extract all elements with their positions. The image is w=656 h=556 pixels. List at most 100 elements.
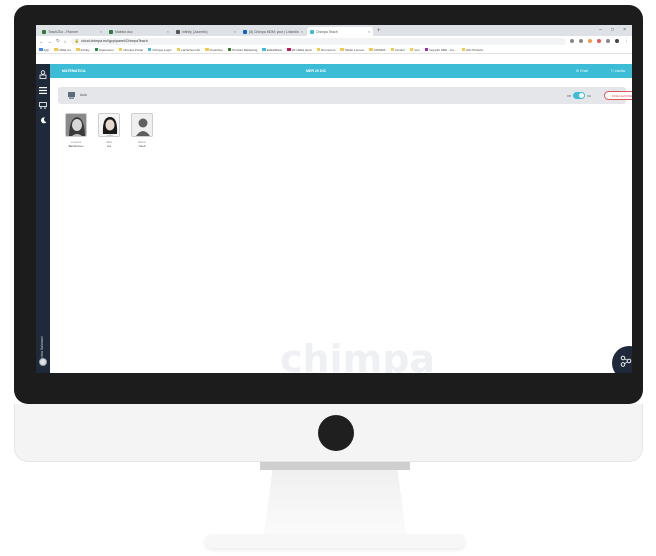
reload-icon[interactable]: ↻ [56,38,60,44]
tab-title: Teach2Do - Planner [48,29,78,34]
star-icon[interactable] [579,39,583,43]
bookmark-item[interactable]: Edtrafficker [262,48,282,52]
bookmark-item[interactable]: Classroom [94,47,114,52]
bookmark-label: Chimpa Login [152,47,172,52]
new-tab-button[interactable]: + [377,27,381,36]
bookmark-item[interactable]: 20 Utilità Iandi [287,47,312,52]
toggle-switch[interactable] [573,92,586,99]
bookmark-item[interactable]: Drummers [316,48,335,52]
stand-base [205,534,465,548]
browser-toolbar: ← → ↻ ⌂ 🔒 cloud.chimpa.eu/Igcp/panel/Chi… [36,36,632,46]
bookmark-label: Chimpa Portal [123,47,143,52]
bookmark-item[interactable]: Altri Preferiti [461,48,483,52]
back-arrow-icon[interactable]: ← [39,39,44,44]
classroom-icon[interactable] [39,101,47,109]
bookmark-item[interactable]: CHIMPA [369,47,386,52]
chimpa-watermark: chimpa [280,337,436,373]
list-icon[interactable] [39,86,47,94]
bookmark-item[interactable]: Utilita.Co [54,48,71,52]
student-photo [131,113,153,137]
extension-icon[interactable] [597,39,601,43]
tab-favicon-icon [243,29,247,34]
exit-button[interactable]: ⎋ Uscita [611,69,625,73]
chat-button[interactable]: ✉ Chat [576,69,588,73]
student-last-name: Bartolomeo [68,144,84,148]
chat-label: Chat [580,69,588,73]
maximize-button[interactable]: □ [611,25,614,36]
tab-close-icon[interactable]: × [100,30,102,34]
tab-close-icon[interactable]: × [167,30,169,34]
extension-icon[interactable] [588,39,592,43]
menu-dots-icon[interactable]: ⋮ [624,38,629,44]
classroom-icon-svg [39,101,47,109]
grid-icon [262,47,266,52]
bookmark-label: LanSchool Air [181,47,201,52]
folder-icon [369,47,373,52]
user-avatar[interactable] [39,358,47,366]
apps-icon [39,47,43,52]
forward-arrow-icon[interactable]: → [48,39,53,44]
folder-icon [118,47,123,52]
bookmark-item[interactable]: OneDrive [205,48,223,52]
placeholder-avatar-icon [132,114,152,136]
bookmark-item[interactable]: Ven [409,47,420,52]
browser-tab[interactable]: Teach2Do - Planner × [39,27,105,36]
end-lesson-button[interactable]: FINE LEZIONE [604,91,632,100]
browser-tab[interactable]: (8) Chimpa MDM: your | LinkedIn × [240,27,306,36]
share-nodes-icon [620,355,632,367]
folder-icon [340,47,344,52]
bookmark-label: Product Marketing [232,47,258,52]
tab-favicon-icon [109,29,113,34]
student-card[interactable]: Lorenza Bartolomeo [64,113,88,148]
class-toggle[interactable]: Off On [567,92,591,99]
moon-icon[interactable] [39,116,47,124]
browser-tab[interactable]: Matrice.doc × [106,27,172,36]
stand-neck [264,470,406,534]
bookmark-label: OneDrive [209,47,223,52]
bookmark-label: 20 Utilità Iandi [291,47,312,52]
url-field[interactable]: 🔒 cloud.chimpa.eu/Igcp/panel/ChimpaTeach [70,37,566,45]
bookmark-item[interactable]: Chimpa Portal [118,47,143,52]
zoom-icon[interactable] [570,39,574,43]
tab-title: Infinity (Jounetic) [182,29,208,34]
camera-dot [318,415,354,451]
tab-close-icon[interactable]: × [301,30,303,34]
bookmark-label: Ven [414,47,420,52]
browser-tab-active[interactable]: Chimpa Teach × [307,27,373,36]
list-icon-svg [39,86,47,94]
bookmark-item[interactable]: Infinity [76,47,90,52]
tab-close-icon[interactable]: × [234,30,236,34]
student-last-name: Giudi [138,144,146,148]
bookmark-item[interactable]: App [39,48,49,52]
student-photo [98,113,120,137]
extension-icons: ⋮ [570,38,629,44]
class-name: Aula [80,93,87,97]
folder-icon [76,47,80,52]
bookmark-label: CHIMPA [373,47,386,52]
bookmark-item[interactable]: Product Marketing [227,47,258,52]
bookmark-item[interactable]: Vendor [390,47,405,52]
close-window-button[interactable]: × [623,25,626,36]
bookmark-item[interactable]: Chimpa Login [147,47,172,52]
exit-label: Uscita [614,69,625,73]
tab-favicon-icon [310,29,314,34]
bookmark-item[interactable]: Tablet Lenovo [340,48,364,52]
home-icon[interactable]: ⌂ [64,39,67,44]
browser-tab[interactable]: Infinity (Jounetic) × [173,27,239,36]
puzzle-icon[interactable] [606,39,610,43]
classroom-board-icon [68,92,75,99]
teacher-icon[interactable] [39,69,47,79]
profile-avatar-icon[interactable] [615,39,619,43]
classroom-icon [94,47,99,52]
folder-icon [409,47,414,52]
bookmark-item[interactable]: LanSchool Air [176,47,201,52]
bookmark-item[interactable]: Copy42 SRD - Ce... [424,48,457,52]
window-controls: – □ × [599,25,632,36]
url-text: cloud.chimpa.eu/Igcp/panel/ChimpaTeach [80,39,148,43]
student-photo [65,113,87,137]
tab-close-icon[interactable]: × [368,30,370,34]
bookmark-label: Vendor [395,47,405,52]
student-card[interactable]: Elena Giudi [130,113,154,148]
minimize-button[interactable]: – [599,25,602,36]
student-card[interactable]: Alba Lia [97,113,121,148]
